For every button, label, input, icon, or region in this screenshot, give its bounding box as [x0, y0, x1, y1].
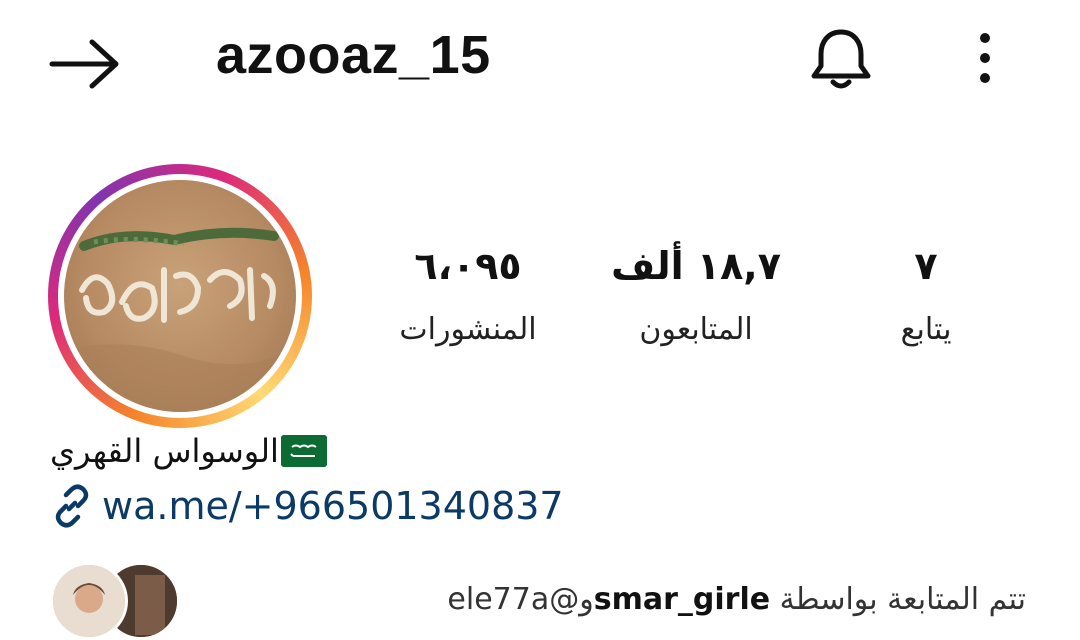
- avatar-image: [64, 180, 296, 412]
- avatar[interactable]: [64, 180, 296, 412]
- mutual-avatar: [50, 562, 128, 640]
- posts-count[interactable]: ٦،٠٩٥: [392, 244, 544, 288]
- bio-link[interactable]: wa.me/+966501340837: [50, 484, 564, 532]
- link-icon: [55, 484, 89, 528]
- more-options-button[interactable]: [968, 30, 1002, 86]
- following-label[interactable]: يتابع: [870, 312, 982, 347]
- notifications-button[interactable]: [806, 24, 876, 94]
- followers-label[interactable]: المتابعون: [616, 312, 776, 347]
- vertical-dots-icon: [980, 33, 990, 83]
- mutual-follower-2[interactable]: @ele77a: [447, 582, 579, 617]
- followed-by-joiner: و: [579, 582, 594, 617]
- saudi-flag-icon: [280, 435, 327, 467]
- followed-by-row[interactable]: تتم المتابعة بواسطة smar_girleو@ele77a: [50, 556, 1050, 640]
- bio-name: الوسواس القهري: [50, 432, 279, 470]
- arrow-right-icon: [49, 39, 119, 89]
- bell-icon: [811, 29, 871, 89]
- followed-by-prefix: تتم المتابعة بواسطة: [779, 582, 1026, 617]
- posts-label[interactable]: المنشورات: [382, 312, 554, 347]
- bio-link-text[interactable]: wa.me/+966501340837: [102, 484, 564, 528]
- followed-by-text[interactable]: تتم المتابعة بواسطة smar_girleو@ele77a: [447, 582, 1026, 617]
- bio-name-row: الوسواس القهري: [50, 432, 327, 470]
- followers-count[interactable]: ١٨,٧ ألف: [606, 244, 786, 288]
- back-button[interactable]: [48, 36, 124, 92]
- mutual-follower-1[interactable]: smar_girle: [594, 582, 770, 617]
- following-count[interactable]: ٧: [894, 244, 958, 288]
- profile-username[interactable]: azooaz_15: [216, 24, 491, 86]
